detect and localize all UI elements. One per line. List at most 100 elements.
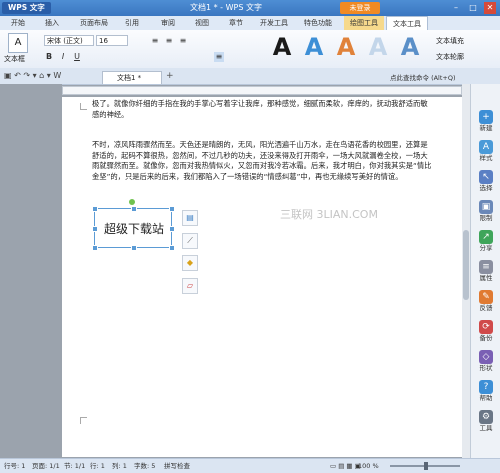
style-icon: A	[479, 140, 493, 154]
paragraph-1[interactable]: 极了。就像你纤细的手指在我的手掌心写着字让我痒，那种感觉，细腻而柔软，痒痒的，抚…	[92, 99, 432, 120]
justify-icon[interactable]: ≡	[214, 52, 224, 62]
zoom-slider-thumb[interactable]	[424, 462, 428, 470]
view-mode-icons[interactable]: ▭ ▤ ▦ ▣	[330, 459, 361, 473]
scrollbar-thumb[interactable]	[463, 230, 469, 300]
share-icon: ↗	[479, 230, 493, 244]
status-page: 页面: 1/1	[32, 462, 60, 470]
text-fill-button[interactable]: 文本填充	[436, 36, 464, 46]
shape-icon: ◇	[479, 350, 493, 364]
new-tab-icon[interactable]: +	[166, 71, 174, 81]
resize-handle-sw[interactable]	[92, 245, 98, 251]
wordart-style-4[interactable]: A	[364, 33, 392, 61]
sidebar-item-style[interactable]: A 样式	[471, 140, 500, 163]
select-icon: ↖	[479, 170, 493, 184]
resize-handle-w[interactable]	[92, 226, 98, 232]
quick-access-toolbar[interactable]: ▣ ↶ ↷ ▾ ⌂ ▾ W	[4, 70, 94, 82]
tab-insert[interactable]: 插入	[40, 16, 64, 30]
sidebar-item-share[interactable]: ↗ 分享	[471, 230, 500, 253]
status-column: 列: 1	[112, 462, 127, 470]
document-page[interactable]: 极了。就像你纤细的手指在我的手掌心写着字让我痒，那种感觉，细腻而柔软，痒痒的，抚…	[62, 97, 462, 457]
sidebar-item-feedback[interactable]: ✎ 反馈	[471, 290, 500, 313]
feedback-icon: ✎	[479, 290, 493, 304]
italic-button[interactable]: I	[58, 52, 68, 62]
underline-button[interactable]: U	[72, 52, 82, 62]
sidebar-item-help[interactable]: ? 帮助	[471, 380, 500, 403]
right-task-pane: + 新建 A 样式 ↖ 选择 ▣ 限制 ↗ 分享 ≡ 属性 ✎ 反馈 ⟳ 备份 ◇ 形状 ? 帮助 …	[470, 84, 500, 458]
page-corner-mark-bottom	[80, 417, 87, 424]
wordart-style-3[interactable]: A	[332, 33, 360, 61]
align-left-icon[interactable]: ≡	[150, 36, 160, 46]
tab-chapter[interactable]: 章节	[224, 16, 248, 30]
tab-page-layout[interactable]: 页面布局	[74, 16, 114, 30]
tools-icon: ⚙	[479, 410, 493, 424]
status-wordcount[interactable]: 字数: 5	[134, 459, 155, 473]
left-gutter	[0, 84, 62, 458]
ribbon-tabs: 开始 插入 页面布局 引用 审阅 视图 章节 开发工具 特色功能 绘图工具 文本…	[0, 16, 500, 31]
wordart-style-1[interactable]: A	[268, 33, 296, 61]
textbox-icon[interactable]: A	[8, 33, 28, 53]
backup-icon: ⟳	[479, 320, 493, 334]
sidebar-item-restrict[interactable]: ▣ 限制	[471, 200, 500, 223]
edit-shape-icon[interactable]: ⟋	[182, 233, 198, 249]
tab-references[interactable]: 引用	[120, 16, 144, 30]
close-button[interactable]: ✕	[484, 2, 496, 14]
font-name-select[interactable]: 宋体 (正文)	[44, 35, 94, 46]
align-right-icon[interactable]: ≡	[178, 36, 188, 46]
text-outline-button[interactable]: 文本轮廓	[436, 52, 464, 62]
tab-developer[interactable]: 开发工具	[256, 16, 292, 30]
document-tab-bar: ▣ ↶ ↷ ▾ ⌂ ▾ W 文档1 * + 点此查找命令 (Alt+Q)	[0, 68, 500, 85]
sidebar-item-select[interactable]: ↖ 选择	[471, 170, 500, 193]
window-title: 文档1 * - WPS 文字	[190, 3, 262, 12]
command-search[interactable]: 点此查找命令 (Alt+Q)	[390, 72, 456, 82]
page-corner-mark	[80, 103, 87, 110]
tab-home[interactable]: 开始	[6, 16, 30, 30]
outline-color-icon[interactable]: ▱	[182, 278, 198, 294]
tab-features[interactable]: 特色功能	[298, 16, 338, 30]
tab-view[interactable]: 视图	[190, 16, 214, 30]
status-line: 行: 1	[90, 462, 105, 470]
sidebar-item-tools[interactable]: ⚙ 工具	[471, 410, 500, 433]
watermark-text: 三联网 3LIAN.COM	[280, 208, 378, 221]
textbox-content[interactable]: 超级下载站	[95, 209, 173, 249]
tab-review[interactable]: 审阅	[156, 16, 180, 30]
textbox-label[interactable]: 文本框	[4, 54, 25, 64]
align-center-icon[interactable]: ≡	[164, 36, 174, 46]
resize-handle-e[interactable]	[169, 226, 175, 232]
font-size-select[interactable]: 16	[96, 35, 128, 46]
tab-drawing-tools[interactable]: 绘图工具	[344, 16, 384, 30]
login-button[interactable]: 未登录	[340, 2, 380, 14]
status-row: 行号: 1	[4, 462, 26, 470]
selected-textbox[interactable]: 超级下载站	[92, 199, 175, 251]
resize-handle-ne[interactable]	[169, 206, 175, 212]
tab-document1[interactable]: 文档1 *	[102, 71, 162, 84]
resize-handle-n[interactable]	[131, 206, 137, 212]
resize-handle-nw[interactable]	[92, 206, 98, 212]
resize-handle-s[interactable]	[131, 245, 137, 251]
rotate-handle[interactable]	[129, 199, 135, 205]
resize-handle-se[interactable]	[169, 245, 175, 251]
restrict-icon: ▣	[479, 200, 493, 214]
tab-text-tools[interactable]: 文本工具	[386, 16, 428, 31]
spellcheck-toggle[interactable]: 拼写检查	[164, 459, 190, 473]
bold-button[interactable]: B	[44, 52, 54, 62]
new-icon: +	[479, 110, 493, 124]
title-bar: WPS 文字 文档1 * - WPS 文字 未登录 – □ ✕	[0, 0, 500, 16]
status-section: 节: 1/1	[64, 462, 86, 470]
properties-icon: ≡	[479, 260, 493, 274]
minimize-button[interactable]: –	[450, 2, 462, 14]
sidebar-item-new[interactable]: + 新建	[471, 110, 500, 133]
sidebar-item-backup[interactable]: ⟳ 备份	[471, 320, 500, 343]
wordart-style-2[interactable]: A	[300, 33, 328, 61]
layout-options-icon[interactable]: ▤	[182, 210, 198, 226]
status-bar: 行号: 1 页面: 1/1 节: 1/1 行: 1 列: 1 字数: 5 拼写检…	[0, 458, 500, 473]
sidebar-item-properties[interactable]: ≡ 属性	[471, 260, 500, 283]
sidebar-item-shape[interactable]: ◇ 形状	[471, 350, 500, 373]
maximize-button[interactable]: □	[467, 2, 479, 14]
zoom-level[interactable]: 100 %	[358, 459, 379, 473]
wordart-style-5[interactable]: A	[396, 33, 424, 61]
app-menu-button[interactable]: WPS 文字	[2, 2, 51, 14]
paragraph-2[interactable]: 不时，凉风阵雨骤然而至。天色还是晴朗的，无风，阳光洒遍千山万水，走在鸟语花香的校…	[92, 140, 432, 182]
help-icon: ?	[479, 380, 493, 394]
horizontal-ruler[interactable]	[62, 86, 462, 95]
fill-color-icon[interactable]: ◆	[182, 255, 198, 271]
